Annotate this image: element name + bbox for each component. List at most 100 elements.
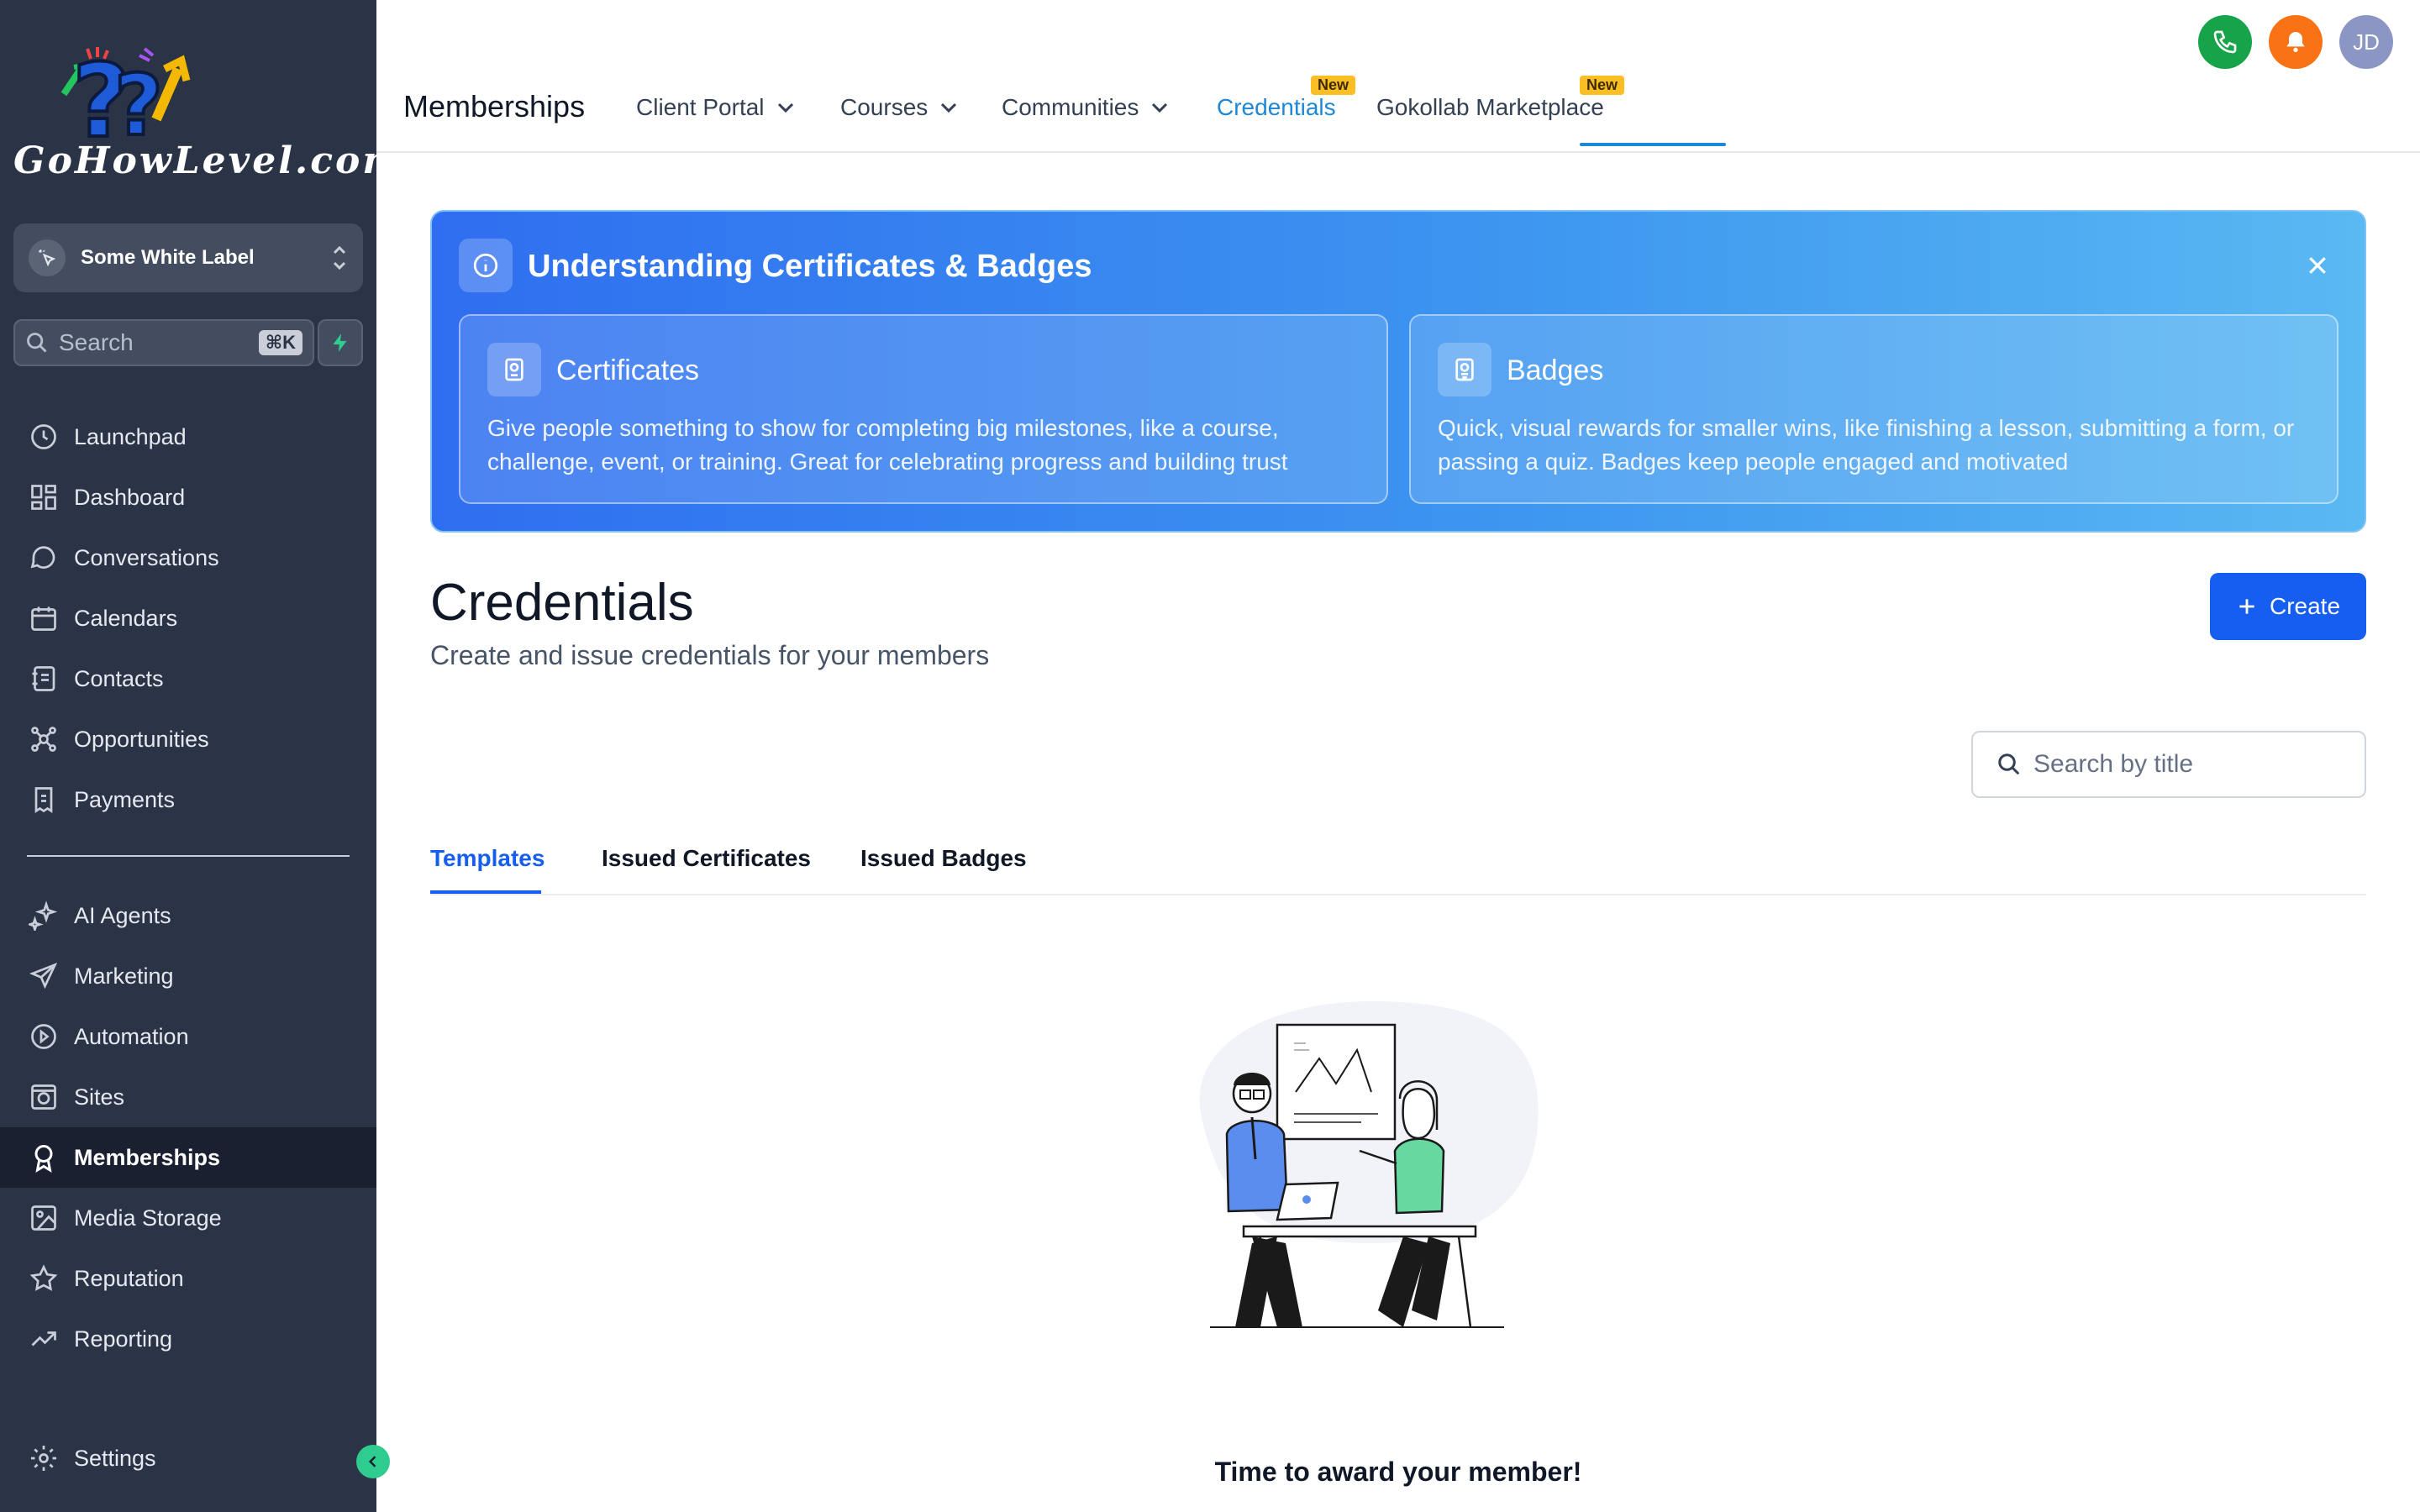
sidebar-item-label: Calendars xyxy=(74,605,178,631)
chevron-down-icon xyxy=(941,102,957,113)
account-switcher[interactable]: Some White Label xyxy=(13,223,363,292)
info-banner: Understanding Certificates & Badges Cert… xyxy=(430,210,2366,533)
sidebar-search-placeholder: Search xyxy=(59,329,134,355)
brand-logo-text: GoHowLevel.com xyxy=(13,139,404,182)
sidebar-item-label: Contacts xyxy=(74,665,164,691)
tab-communities[interactable]: Communities xyxy=(1002,94,1169,121)
tab-client-portal[interactable]: Client Portal xyxy=(636,94,795,121)
launchpad-icon xyxy=(27,420,60,454)
sidebar-divider xyxy=(27,855,350,857)
tab-issued-badges[interactable]: Issued Badges xyxy=(860,845,1027,872)
calendar-icon xyxy=(27,601,60,635)
chevron-down-icon xyxy=(1152,102,1168,113)
plus-icon xyxy=(2239,599,2254,614)
sidebar-item-marketing[interactable]: Marketing xyxy=(0,946,376,1006)
banner-title: Understanding Certificates & Badges xyxy=(528,249,1092,284)
tab-gokollab-marketplace[interactable]: Gokollab Marketplace xyxy=(1376,94,1604,121)
account-name: Some White Label xyxy=(81,246,255,269)
sidebar-item-conversations[interactable]: Conversations xyxy=(0,528,376,588)
info-icon xyxy=(459,239,513,292)
tab-label: Credentials xyxy=(1217,94,1336,120)
sidebar-item-label: Marketing xyxy=(74,963,174,989)
sidebar-item-label: Payments xyxy=(74,786,176,812)
sidebar-nav-secondary: AI Agents Marketing Automation Sites Mem… xyxy=(0,885,376,1369)
badges-title: Badges xyxy=(1507,354,1604,386)
sidebar-item-label: Automation xyxy=(74,1023,189,1049)
keyboard-shortcut: ⌘K xyxy=(258,330,302,355)
tab-label: Communities xyxy=(1002,94,1139,120)
sidebar-item-dashboard[interactable]: Dashboard xyxy=(0,467,376,528)
chevron-up-down-icon xyxy=(333,245,346,270)
search-by-title-input[interactable]: Search by title xyxy=(1971,731,2366,798)
sidebar-item-label: Conversations xyxy=(74,544,219,570)
sidebar-item-media-storage[interactable]: Media Storage xyxy=(0,1188,376,1248)
create-button-label: Create xyxy=(2269,593,2341,619)
section-title: Memberships xyxy=(403,89,586,123)
sidebar-item-label: Reporting xyxy=(74,1326,173,1352)
credentials-tabs: Templates Issued Certificates Issued Bad… xyxy=(430,840,2366,895)
sidebar-item-label: Memberships xyxy=(74,1144,221,1170)
star-icon xyxy=(27,1262,60,1295)
chevron-down-icon xyxy=(777,102,793,113)
brand-logo[interactable]: ? ? GoHowLevel.com xyxy=(13,42,404,186)
sidebar-item-memberships[interactable]: Memberships xyxy=(0,1127,376,1188)
bell-icon xyxy=(2286,32,2305,52)
new-badge: New xyxy=(1311,76,1356,95)
empty-state-title: Time to award your member! xyxy=(1214,1457,1582,1487)
cursor-click-icon xyxy=(29,239,66,276)
award-icon xyxy=(27,1141,60,1174)
sidebar-search[interactable]: Search ⌘K xyxy=(13,319,314,366)
sidebar-item-opportunities[interactable]: Opportunities xyxy=(0,709,376,769)
empty-state-illustration xyxy=(1199,1000,1539,1328)
search-icon xyxy=(27,333,47,353)
sidebar-item-label: Opportunities xyxy=(74,726,209,752)
invoice-icon xyxy=(27,783,60,816)
badges-card: Badges Quick, visual rewards for smaller… xyxy=(1409,314,2338,504)
svg-text:?: ? xyxy=(114,56,163,144)
quick-actions-button[interactable] xyxy=(318,319,363,366)
page-title: Credentials xyxy=(430,574,694,632)
badge-icon xyxy=(1438,343,1491,396)
sidebar-item-automation[interactable]: Automation xyxy=(0,1006,376,1067)
sidebar-item-label: Reputation xyxy=(74,1265,184,1291)
notifications-button[interactable] xyxy=(2269,15,2323,69)
sidebar-item-contacts[interactable]: Contacts xyxy=(0,648,376,709)
chat-bubble-icon xyxy=(27,541,60,575)
create-button[interactable]: Create xyxy=(2210,573,2366,640)
sidebar-nav-primary: Launchpad Dashboard Conversations Calend… xyxy=(0,407,376,830)
top-navigation: Memberships Client Portal Courses Commun… xyxy=(376,0,2420,153)
sidebar-item-payments[interactable]: Payments xyxy=(0,769,376,830)
tab-courses[interactable]: Courses xyxy=(840,94,958,121)
certificates-description: Give people something to show for comple… xyxy=(487,415,1288,475)
tab-issued-certificates[interactable]: Issued Certificates xyxy=(602,845,811,872)
page-subtitle: Create and issue credentials for your me… xyxy=(430,640,990,670)
phone-button[interactable] xyxy=(2198,15,2252,69)
sidebar-item-label: AI Agents xyxy=(74,902,171,928)
automation-icon xyxy=(27,1020,60,1053)
tab-label: Gokollab Marketplace xyxy=(1376,94,1604,120)
sidebar-item-sites[interactable]: Sites xyxy=(0,1067,376,1127)
sparkle-icon xyxy=(27,899,60,932)
tab-label: Courses xyxy=(840,94,929,120)
certificate-icon xyxy=(487,343,541,396)
sidebar-item-calendars[interactable]: Calendars xyxy=(0,588,376,648)
tab-credentials[interactable]: Credentials xyxy=(1217,94,1336,121)
sidebar-item-label: Launchpad xyxy=(74,423,187,449)
phone-icon xyxy=(2213,30,2237,54)
sidebar-item-reputation[interactable]: Reputation xyxy=(0,1248,376,1309)
sidebar-item-ai-agents[interactable]: AI Agents xyxy=(0,885,376,946)
certificates-card: Certificates Give people something to sh… xyxy=(459,314,1388,504)
tab-templates[interactable]: Templates xyxy=(430,845,544,872)
search-icon xyxy=(1998,753,2020,775)
sidebar: ? ? GoHowLevel.com Some White Label Sear… xyxy=(0,0,404,1512)
user-avatar[interactable]: JD xyxy=(2339,15,2393,69)
dashboard-icon xyxy=(27,480,60,514)
tab-label: Client Portal xyxy=(636,94,765,120)
certificates-title: Certificates xyxy=(556,354,700,386)
lightning-bolt-icon xyxy=(333,333,347,352)
sidebar-item-launchpad[interactable]: Launchpad xyxy=(0,407,376,467)
sidebar-item-reporting[interactable]: Reporting xyxy=(0,1309,376,1369)
close-banner-button[interactable] xyxy=(2297,245,2338,286)
question-mark-logo-icon: ? ? xyxy=(60,42,191,162)
send-icon xyxy=(27,959,60,993)
